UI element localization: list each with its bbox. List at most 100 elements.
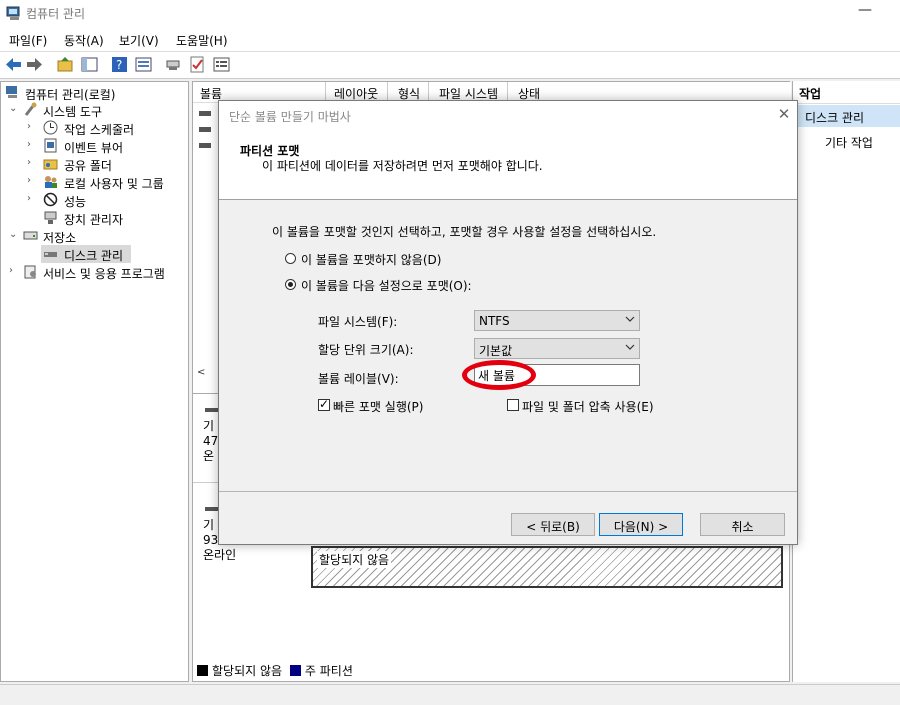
radio-no-format-label[interactable]: 이 볼륨을 포맷하지 않음(D) — [301, 251, 441, 268]
legend-swatch-primary — [289, 665, 301, 676]
filesystem-label: 파일 시스템(F): — [318, 315, 398, 329]
storage-icon — [23, 231, 38, 240]
volume-label-label: 볼륨 레이블(V): — [318, 372, 399, 386]
show-pane-icon[interactable] — [80, 55, 99, 74]
window-title: 컴퓨터 관리 — [26, 7, 86, 21]
allocation-unit-label: 할당 단위 크기(A): — [318, 343, 414, 357]
services-icon — [24, 265, 36, 279]
tree-label: 작업 스케줄러 — [64, 123, 135, 137]
back-arrow-icon[interactable] — [4, 55, 23, 74]
cancel-button[interactable]: 취소 — [700, 513, 785, 536]
menu-bar: 파일(F) 동작(A) 보기(V) 도움말(H) — [0, 27, 900, 52]
volume-row-icon[interactable] — [199, 111, 211, 116]
filesystem-select[interactable]: NTFS — [474, 310, 640, 331]
check-icon[interactable] — [188, 55, 207, 74]
quick-format-checkbox[interactable] — [318, 397, 330, 411]
tree-item-services[interactable]: › 서비스 및 응용 프로그램 — [1, 263, 188, 281]
legend-label-primary: 주 파티션 — [304, 664, 353, 678]
disk-icon — [205, 408, 219, 412]
unallocated-partition[interactable]: 할당되지 않음 — [311, 546, 783, 588]
action-label: 디스크 관리 — [805, 111, 865, 125]
menu-view[interactable]: 보기(V) — [119, 32, 159, 49]
tree-item-shared-folders[interactable]: › 공유 폴더 — [1, 155, 188, 173]
tools-icon — [24, 102, 37, 116]
chevron-right-icon[interactable]: › — [27, 121, 31, 132]
filesystem-value: NTFS — [479, 314, 510, 328]
minimize-button[interactable]: — — [858, 2, 874, 18]
actions-header-label: 작업 — [799, 87, 822, 101]
compression-label[interactable]: 파일 및 폴더 압축 사용(E) — [522, 398, 654, 415]
back-button[interactable]: < 뒤로(B) — [511, 513, 595, 536]
tree-label: 저장소 — [43, 231, 77, 245]
users-icon — [45, 176, 57, 188]
chevron-right-icon[interactable]: › — [27, 139, 31, 150]
action-disk-management[interactable]: 디스크 관리 — [793, 105, 900, 127]
disk-status: 온 — [203, 449, 215, 463]
computer-management-icon — [6, 86, 17, 98]
tree-item-disk-management[interactable]: 디스크 관리 — [41, 245, 131, 263]
header-subtitle: 이 파티션에 데이터를 저장하려면 먼저 포맷해야 합니다. — [262, 159, 543, 173]
tree-item-root[interactable]: 컴퓨터 관리(로컬) — [1, 84, 188, 102]
actions-header: 작업 — [793, 81, 900, 104]
chevron-down-icon — [625, 344, 635, 350]
help-icon[interactable]: ? — [110, 55, 129, 74]
volume-row-icon[interactable] — [199, 127, 211, 132]
chevron-right-icon[interactable]: › — [27, 193, 31, 204]
column-divider[interactable] — [428, 82, 429, 102]
compression-checkbox[interactable] — [507, 399, 519, 411]
legend-label-unallocated: 할당되지 않음 — [212, 664, 283, 678]
tree-item-device-manager[interactable]: 장치 관리자 — [1, 209, 188, 227]
list-icon[interactable] — [212, 55, 231, 74]
tree-label: 성능 — [64, 195, 87, 209]
new-simple-volume-wizard: 단순 볼륨 만들기 마법사 ✕ 파티션 포맷 이 파티션에 데이터를 저장하려면… — [218, 100, 798, 545]
dialog-title: 단순 볼륨 만들기 마법사 — [229, 110, 351, 124]
toolbar: ? — [0, 52, 900, 79]
next-button-label: 다음(N) > — [613, 520, 669, 534]
chevron-down-icon[interactable]: ⌄ — [9, 229, 17, 240]
tree-item-task-scheduler[interactable]: › 작업 스케줄러 — [1, 119, 188, 137]
disk-type: 기 — [203, 419, 215, 433]
radio-no-format[interactable] — [285, 253, 296, 264]
actions-pane: 작업 디스크 관리 기타 작업 — [792, 81, 900, 682]
forward-arrow-icon[interactable] — [25, 55, 44, 74]
tree-item-storage[interactable]: ⌄ 저장소 — [1, 227, 188, 245]
chevron-down-icon[interactable]: ⌄ — [9, 103, 17, 114]
column-divider[interactable] — [387, 82, 388, 102]
volume-label-field[interactable] — [474, 364, 640, 386]
disk-0-info[interactable]: 기 47 온 — [203, 419, 218, 464]
radio-format-label[interactable]: 이 볼륨을 다음 설정으로 포맷(O): — [301, 277, 472, 294]
volume-row-icon[interactable] — [199, 143, 211, 148]
menu-help[interactable]: 도움말(H) — [176, 32, 228, 49]
properties-icon[interactable] — [134, 55, 153, 74]
chevron-right-icon[interactable]: › — [27, 175, 31, 186]
instruction-text: 이 볼륨을 포맷할 것인지 선택하고, 포맷할 경우 사용할 설정을 선택하십시… — [272, 225, 657, 239]
chevron-right-icon[interactable]: › — [9, 265, 13, 276]
next-button[interactable]: 다음(N) > — [599, 513, 683, 536]
tree-item-event-viewer[interactable]: › 이벤트 뷰어 — [1, 137, 188, 155]
close-icon[interactable]: ✕ — [776, 105, 792, 123]
partition-label: 할당되지 않음 — [317, 551, 392, 568]
menu-file[interactable]: 파일(F) — [9, 32, 47, 49]
tree-label: 시스템 도구 — [43, 105, 103, 119]
action-more[interactable]: 기타 작업 — [825, 134, 873, 151]
up-folder-icon[interactable] — [56, 55, 75, 74]
scroll-left-button[interactable]: < — [197, 367, 205, 378]
legend: 할당되지 않음 주 파티션 — [197, 662, 353, 679]
tree-item-system-tools[interactable]: ⌄ 시스템 도구 — [1, 101, 188, 119]
quick-format-label[interactable]: 빠른 포맷 실행(P) — [333, 398, 423, 415]
radio-format[interactable] — [285, 279, 296, 290]
column-divider[interactable] — [507, 82, 508, 102]
tree-item-local-users[interactable]: › 로컬 사용자 및 그룹 — [1, 173, 188, 191]
computer-management-icon — [6, 6, 20, 20]
chevron-down-icon — [625, 316, 635, 322]
chevron-right-icon[interactable]: › — [27, 157, 31, 168]
tree-item-performance[interactable]: › 성능 — [1, 191, 188, 209]
volume-label-input[interactable] — [478, 366, 636, 384]
divider — [219, 491, 797, 492]
menu-action[interactable]: 동작(A) — [64, 32, 104, 49]
column-divider[interactable] — [325, 82, 326, 102]
disk-icon — [205, 507, 219, 511]
allocation-unit-value: 기본값 — [479, 344, 513, 358]
connect-icon[interactable] — [164, 55, 183, 74]
allocation-unit-select[interactable]: 기본값 — [474, 338, 640, 359]
